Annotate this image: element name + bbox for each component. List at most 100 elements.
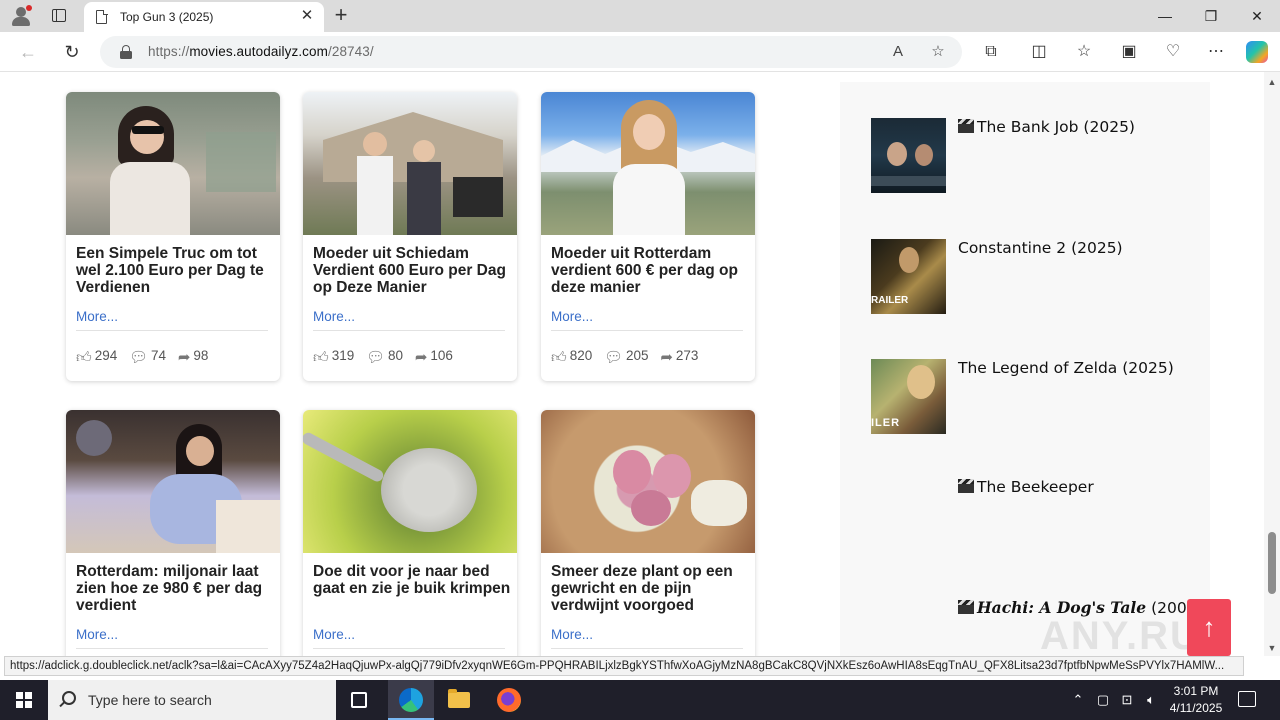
- comment-icon[interactable]: 💬︎: [366, 348, 385, 366]
- article-headline[interactable]: Moeder uit Schiedam Verdient 600 Euro pe…: [313, 245, 511, 296]
- tab-actions-icon[interactable]: [50, 7, 68, 25]
- article-thumbnail[interactable]: [303, 92, 517, 235]
- new-tab-button[interactable]: +: [330, 4, 352, 26]
- share-icon[interactable]: ➦: [415, 348, 428, 366]
- read-aloud-icon[interactable]: A: [888, 42, 908, 62]
- profile-icon[interactable]: [10, 5, 32, 27]
- windows-taskbar: Type here to search ⌃ ▢ ⊡ 🔈︎ 3:01 PM 4/1…: [0, 680, 1280, 720]
- article-headline[interactable]: Doe dit voor je naar bed gaat en zie je …: [313, 563, 511, 597]
- scroll-to-top-button[interactable]: ↑: [1187, 599, 1231, 656]
- taskbar-edge[interactable]: [388, 680, 434, 720]
- divider: [313, 648, 505, 649]
- browser-tab[interactable]: Top Gun 3 (2025) ✕: [84, 2, 324, 32]
- article-headline[interactable]: Smeer deze plant op een gewricht en de p…: [551, 563, 749, 614]
- collections-icon[interactable]: ▣: [1117, 40, 1141, 64]
- article-thumbnail[interactable]: [541, 410, 755, 553]
- article-card[interactable]: Doe dit voor je naar bed gaat en zie je …: [303, 410, 517, 656]
- article-stats: 👍︎ 294 💬︎ 74 ➦ 98: [76, 348, 216, 367]
- network-icon[interactable]: ⊡: [1118, 680, 1136, 720]
- device-icon[interactable]: ▢: [1094, 680, 1112, 720]
- address-bar[interactable]: https://movies.autodailyz.com/28743/ A ☆: [100, 36, 962, 68]
- browser-toolbar: ← ↻ https://movies.autodailyz.com/28743/…: [0, 32, 1280, 72]
- more-link[interactable]: More...: [313, 309, 355, 324]
- show-hidden-icons-icon[interactable]: ⌃: [1070, 680, 1086, 720]
- article-card[interactable]: Smeer deze plant op een gewricht en de p…: [541, 410, 755, 656]
- lock-icon[interactable]: [120, 45, 132, 59]
- more-link[interactable]: More...: [313, 627, 355, 642]
- article-card[interactable]: Rotterdam: miljonair laat zien hoe ze 98…: [66, 410, 280, 656]
- share-icon[interactable]: ➦: [660, 348, 673, 366]
- favorites-icon[interactable]: ☆: [1072, 40, 1096, 64]
- article-headline[interactable]: Moeder uit Rotterdam verdient 600 € per …: [551, 245, 749, 296]
- movie-thumbnail[interactable]: RAILER: [871, 239, 946, 314]
- article-headline[interactable]: Rotterdam: miljonair laat zien hoe ze 98…: [76, 563, 274, 614]
- article-stats: 👍︎ 820 💬︎ 205 ➦ 273: [551, 348, 706, 367]
- share-icon[interactable]: ➦: [178, 348, 191, 366]
- article-thumbnail[interactable]: [66, 92, 280, 235]
- refresh-icon[interactable]: ↻: [60, 40, 84, 64]
- taskbar-firefox[interactable]: [486, 680, 532, 720]
- task-view-icon: [351, 692, 367, 708]
- like-icon[interactable]: 👍︎: [76, 349, 92, 367]
- movie-title[interactable]: Constantine 2 (2025): [958, 239, 1123, 257]
- comment-icon[interactable]: 💬︎: [129, 348, 148, 366]
- clock-date: 4/11/2025: [1169, 701, 1223, 715]
- article-thumbnail[interactable]: [541, 92, 755, 235]
- shares-count: 106: [430, 348, 453, 363]
- comments-count: 80: [388, 348, 404, 363]
- more-link[interactable]: More...: [551, 627, 593, 642]
- settings-more-icon[interactable]: ⋯: [1204, 40, 1228, 64]
- close-window-button[interactable]: ✕: [1234, 0, 1280, 32]
- movie-title[interactable]: The Bank Job (2025): [958, 118, 1135, 136]
- like-icon[interactable]: 👍︎: [313, 349, 329, 367]
- comment-icon[interactable]: 💬︎: [604, 348, 623, 366]
- search-icon: [62, 691, 76, 705]
- shares-count: 273: [675, 348, 699, 363]
- likes-count: 294: [94, 348, 118, 363]
- favorite-star-icon[interactable]: ☆: [928, 42, 948, 62]
- back-icon[interactable]: ←: [16, 40, 40, 64]
- more-link[interactable]: More...: [551, 309, 593, 324]
- scroll-up-icon[interactable]: ▲: [1264, 74, 1280, 90]
- comments-count: 74: [151, 348, 167, 363]
- clapperboard-icon: [958, 600, 974, 614]
- close-tab-icon[interactable]: ✕: [298, 7, 316, 25]
- scrollbar-thumb[interactable]: [1268, 532, 1276, 594]
- extensions-icon[interactable]: ⧉: [979, 40, 1003, 64]
- taskbar-file-explorer[interactable]: [436, 680, 482, 720]
- movie-title[interactable]: The Legend of Zelda (2025): [958, 359, 1174, 377]
- article-card[interactable]: Moeder uit Rotterdam verdient 600 € per …: [541, 92, 755, 381]
- firefox-icon: [497, 688, 521, 712]
- taskbar-search[interactable]: Type here to search: [48, 680, 336, 720]
- split-screen-icon[interactable]: ◫: [1027, 40, 1051, 64]
- minimize-button[interactable]: —: [1142, 0, 1188, 32]
- likes-count: 820: [569, 348, 593, 363]
- article-thumbnail[interactable]: [66, 410, 280, 553]
- article-card[interactable]: Moeder uit Schiedam Verdient 600 Euro pe…: [303, 92, 517, 381]
- maximize-button[interactable]: ❐: [1188, 0, 1234, 32]
- like-icon[interactable]: 👍︎: [551, 349, 567, 367]
- movie-thumbnail[interactable]: ILER: [871, 359, 946, 434]
- likes-count: 319: [331, 348, 355, 363]
- copilot-icon[interactable]: [1246, 41, 1268, 63]
- browser-essentials-icon[interactable]: ♡: [1161, 40, 1185, 64]
- notification-icon[interactable]: [1238, 691, 1256, 707]
- article-thumbnail[interactable]: [303, 410, 517, 553]
- url-text[interactable]: https://movies.autodailyz.com/28743/: [148, 44, 374, 59]
- more-link[interactable]: More...: [76, 309, 118, 324]
- article-card[interactable]: Een Simpele Truc om tot wel 2.100 Euro p…: [66, 92, 280, 381]
- task-view-button[interactable]: [336, 680, 382, 720]
- web-page: Een Simpele Truc om tot wel 2.100 Euro p…: [0, 72, 1264, 656]
- volume-icon[interactable]: 🔈︎: [1142, 680, 1160, 720]
- movie-thumbnail[interactable]: [871, 118, 946, 193]
- more-link[interactable]: More...: [76, 627, 118, 642]
- page-scrollbar[interactable]: ▲ ▼: [1264, 72, 1280, 656]
- taskbar-clock[interactable]: 3:01 PM 4/11/2025: [1160, 683, 1232, 717]
- divider: [313, 330, 505, 331]
- comments-count: 205: [626, 348, 649, 363]
- movie-title[interactable]: The Beekeeper: [958, 478, 1094, 496]
- article-headline[interactable]: Een Simpele Truc om tot wel 2.100 Euro p…: [76, 245, 274, 296]
- start-button[interactable]: [0, 680, 48, 720]
- arrow-up-icon: ↑: [1202, 612, 1216, 642]
- scroll-down-icon[interactable]: ▼: [1264, 640, 1280, 656]
